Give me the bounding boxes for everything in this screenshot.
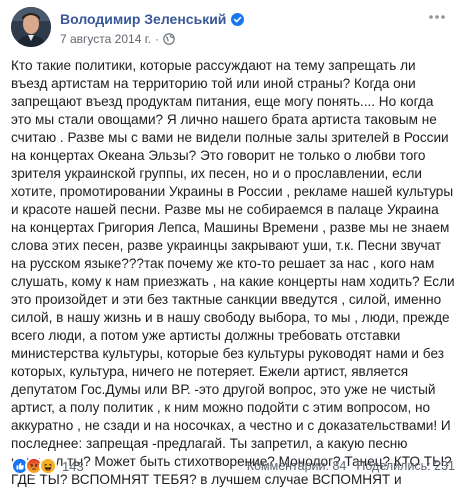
reaction-count[interactable]: 143	[62, 459, 84, 474]
comments-count[interactable]: Комментарии: 84	[247, 459, 347, 473]
post-author[interactable]: Володимир Зеленський	[60, 11, 245, 27]
meta-separator: ·	[154, 32, 159, 46]
author-name[interactable]: Володимир Зеленський	[60, 11, 226, 27]
facebook-post: Володимир Зеленський 7 августа 2014 г. ·	[0, 0, 462, 488]
post-text: Кто такие политики, которые рассуждают н…	[11, 58, 455, 487]
reactions-summary[interactable]: 143	[11, 457, 84, 475]
globe-icon[interactable]	[163, 33, 175, 45]
haha-reaction-icon	[39, 457, 57, 475]
avatar[interactable]	[11, 7, 51, 47]
post-footer: 143 Комментарии: 84 Поделились: 231	[11, 455, 455, 477]
post-header: Володимир Зеленський 7 августа 2014 г. ·	[11, 7, 451, 47]
post-meta: 7 августа 2014 г. ·	[60, 32, 175, 46]
shares-count[interactable]: Поделились: 231	[356, 459, 455, 473]
engagement-stats: Комментарии: 84 Поделились: 231	[247, 459, 455, 473]
verified-badge-icon	[231, 12, 245, 26]
more-horizontal-icon[interactable]	[427, 9, 447, 25]
post-date[interactable]: 7 августа 2014 г.	[60, 32, 151, 46]
